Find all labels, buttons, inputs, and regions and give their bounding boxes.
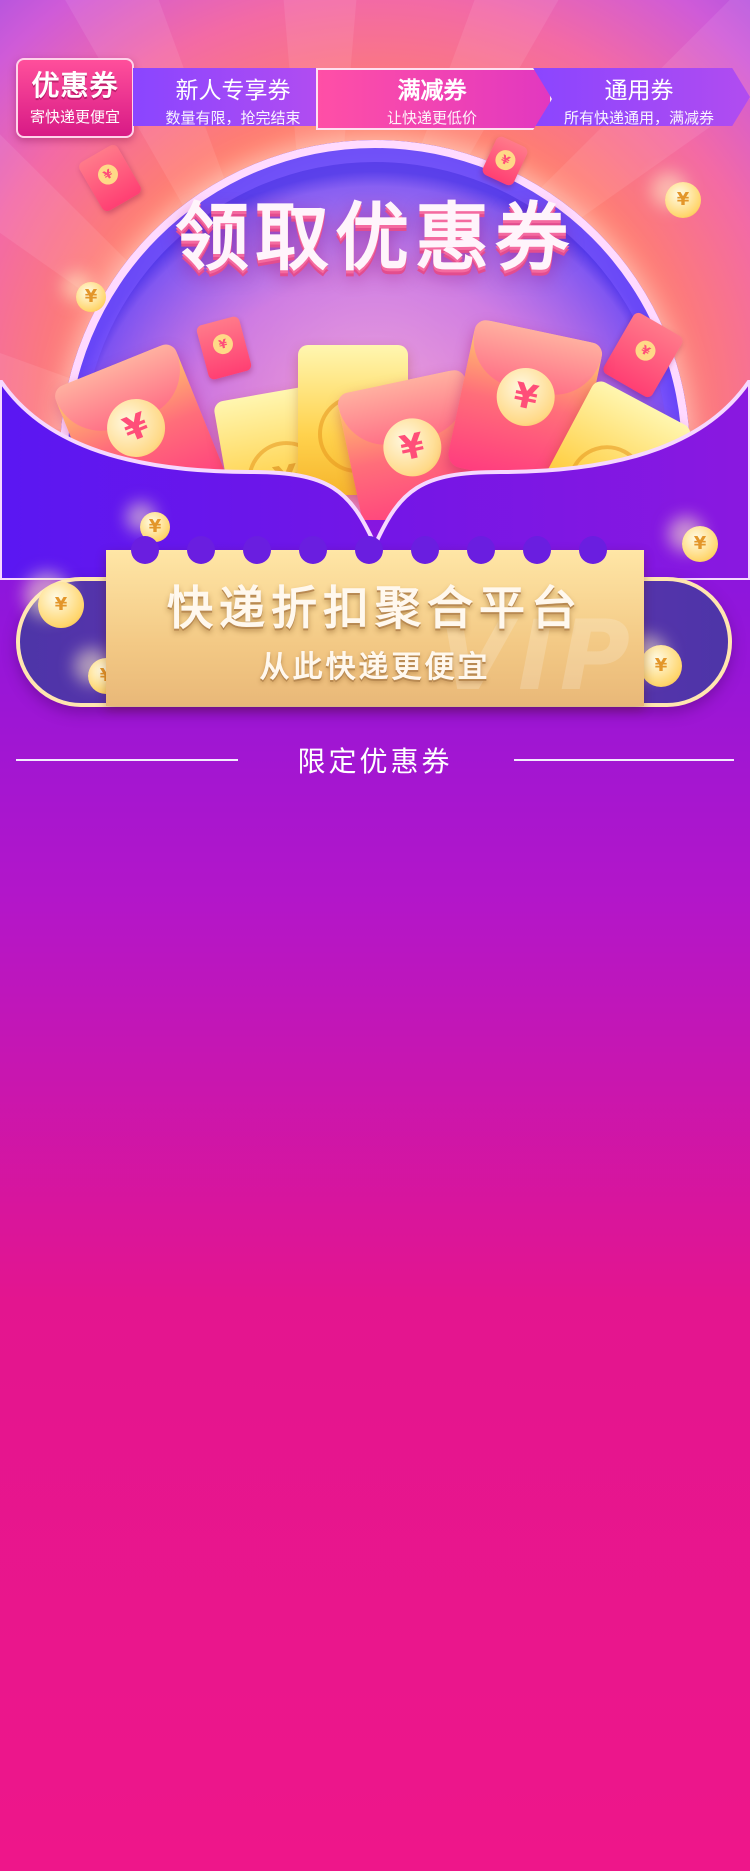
coupon-tab-bar: 优惠券 寄快递更便宜 新人专享券 数量有限，抢完结束 通用券 所有快递通用，满减… — [16, 58, 750, 138]
floating-coin-icon: ¥ — [640, 645, 682, 687]
tab-subtitle: 让快递更低价 — [386, 109, 477, 127]
floating-coin-icon: ¥ — [76, 282, 106, 312]
promo-banner[interactable]: VIP 快递折扣聚合平台 从此快递更便宜 — [106, 536, 644, 712]
tab-title: 满减券 — [397, 78, 467, 104]
tab-subtitle: 所有快递通用，满减券 — [563, 109, 714, 127]
logo-title: 优惠券 — [31, 69, 119, 102]
banner-subtitle: 从此快递更便宜 — [259, 650, 491, 685]
floating-coin-icon: ¥ — [665, 182, 701, 218]
floating-coin-icon: ¥ — [38, 582, 84, 628]
banner-title: 快递折扣聚合平台 — [167, 581, 583, 635]
logo-subtitle: 寄快递更便宜 — [29, 108, 120, 126]
divider-line — [514, 759, 734, 761]
floating-coin-icon: ¥ — [682, 526, 718, 562]
section-header: 限定优惠券 — [16, 738, 734, 778]
tab-general-coupon[interactable]: 通用券 所有快递通用，满减券 — [528, 68, 750, 127]
tab-newcomer-coupon[interactable]: 新人专享券 数量有限，抢完结束 — [133, 68, 333, 127]
tab-subtitle: 数量有限，抢完结束 — [165, 109, 301, 127]
tab-title: 通用券 — [604, 78, 674, 104]
tab-discount-coupon-active[interactable]: 满减券 让快递更低价 — [316, 68, 552, 130]
coupon-logo-badge: 优惠券 寄快递更便宜 — [16, 58, 134, 138]
tab-title: 新人专享券 — [175, 78, 291, 104]
